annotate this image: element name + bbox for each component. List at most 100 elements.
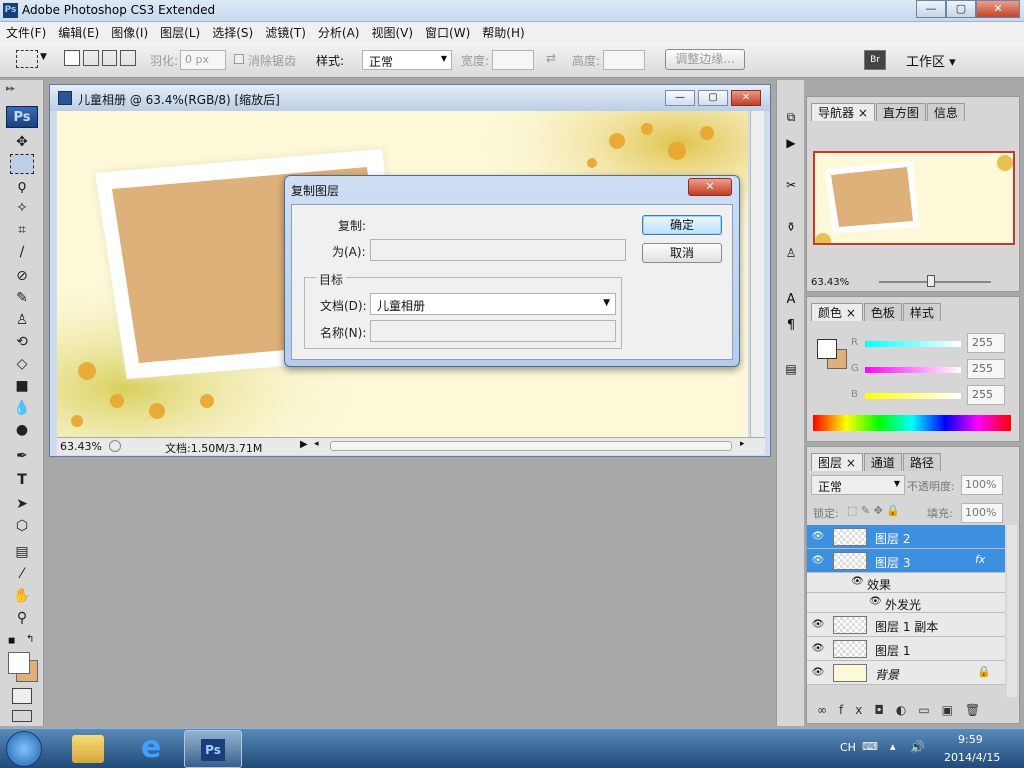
zoom-level[interactable]: 63.43%: [60, 440, 102, 453]
blur-tool-icon[interactable]: 💧: [10, 398, 34, 418]
menu-view[interactable]: 视图(V): [371, 24, 413, 41]
swap-icon[interactable]: ⇄: [546, 51, 556, 65]
eye-icon[interactable]: 👁: [851, 576, 864, 587]
height-input[interactable]: [603, 50, 645, 70]
delete-layer-icon[interactable]: 🗑: [965, 703, 992, 717]
history-panel-icon[interactable]: ⧉: [781, 110, 801, 130]
scroll-left-icon[interactable]: ◂: [314, 439, 319, 449]
eye-icon[interactable]: 👁: [811, 555, 825, 567]
eye-icon[interactable]: 👁: [811, 667, 825, 679]
menu-file[interactable]: 文件(F): [6, 24, 46, 41]
slice-tool-icon[interactable]: ∕: [10, 242, 34, 262]
layer-row-layer1-copy[interactable]: 👁 图层 1 副本: [807, 613, 1005, 637]
chevron-down-icon[interactable]: ▼: [40, 52, 47, 62]
doc-minimize-button[interactable]: —: [665, 90, 695, 106]
menu-window[interactable]: 窗口(W): [425, 24, 470, 41]
tool-presets-icon[interactable]: ✂: [781, 178, 801, 198]
clone-stamp-icon[interactable]: ♙: [10, 310, 34, 330]
layers-scrollbar[interactable]: [1007, 525, 1017, 697]
clock-date[interactable]: 2014/4/15: [944, 751, 1000, 764]
refine-edge-button[interactable]: 调整边缘...: [665, 49, 745, 70]
start-button[interactable]: [6, 731, 42, 767]
character-panel-icon[interactable]: A: [781, 292, 801, 312]
style-select[interactable]: 正常 ▼: [362, 50, 452, 70]
scroll-right-icon[interactable]: ▸: [740, 439, 745, 449]
bridge-icon[interactable]: Br: [864, 50, 886, 70]
menu-filter[interactable]: 滤镜(T): [265, 24, 306, 41]
tab-navigator[interactable]: 导航器 ×: [811, 103, 875, 121]
brushes-panel-icon[interactable]: ⚱: [781, 220, 801, 240]
new-layer-icon[interactable]: ▣: [942, 703, 965, 717]
layer-mask-icon[interactable]: ◘: [874, 703, 896, 717]
navigator-slider-thumb[interactable]: [927, 275, 935, 287]
color-ramp[interactable]: [813, 415, 1011, 431]
type-tool-icon[interactable]: T: [10, 470, 34, 490]
clone-source-icon[interactable]: ♙: [781, 246, 801, 266]
doc-close-button[interactable]: ✕: [731, 90, 761, 106]
collapse-toolbox-icon[interactable]: ▸▸: [6, 84, 15, 94]
status-arrow-icon[interactable]: ▶: [300, 439, 308, 450]
layer-row-layer1[interactable]: 👁 图层 1: [807, 637, 1005, 661]
ok-button[interactable]: 确定: [642, 215, 722, 235]
lock-icons[interactable]: ⬚ ✎ ✥ 🔒: [847, 504, 900, 517]
new-group-icon[interactable]: ▭: [918, 703, 941, 717]
layer-row-layer2[interactable]: 👁 图层 2: [807, 525, 1005, 549]
effects-row[interactable]: 👁 效果: [807, 573, 1005, 593]
layer-style-icon[interactable]: fx: [839, 703, 874, 717]
vertical-scrollbar[interactable]: [750, 111, 764, 437]
tab-styles[interactable]: 样式: [902, 303, 941, 321]
hand-tool-icon[interactable]: ✋: [10, 586, 34, 606]
tab-info[interactable]: 信息: [926, 103, 965, 121]
tab-swatches[interactable]: 色板: [863, 303, 902, 321]
eye-icon[interactable]: 👁: [869, 596, 882, 607]
menu-select[interactable]: 选择(S): [212, 24, 253, 41]
shape-tool-icon[interactable]: ⬡: [10, 516, 34, 536]
quick-mask-icon[interactable]: [12, 688, 32, 704]
healing-brush-icon[interactable]: ⊘: [10, 266, 34, 286]
move-tool-icon[interactable]: ✥: [10, 132, 34, 152]
layer-row-layer3[interactable]: 👁 图层 3 fx: [807, 549, 1005, 573]
new-selection-icon[interactable]: [64, 50, 80, 66]
opacity-input[interactable]: 100%: [961, 475, 1003, 495]
blend-mode-select[interactable]: 正常 ▼: [811, 475, 905, 495]
eraser-tool-icon[interactable]: ◇: [10, 354, 34, 374]
brush-tool-icon[interactable]: ✎: [10, 288, 34, 308]
tab-channels[interactable]: 通道: [863, 453, 902, 471]
adjustment-layer-icon[interactable]: ◐: [896, 703, 918, 717]
marquee-tool-icon[interactable]: [10, 154, 34, 174]
width-input[interactable]: [492, 50, 534, 70]
volume-icon[interactable]: 🔊: [910, 740, 925, 754]
menu-image[interactable]: 图像(I): [111, 24, 148, 41]
menu-layer[interactable]: 图层(L): [160, 24, 200, 41]
photoshop-task-button[interactable]: Ps: [184, 730, 242, 768]
internet-explorer-icon[interactable]: e: [134, 731, 168, 765]
close-button[interactable]: ✕: [976, 0, 1020, 18]
channel-b-value[interactable]: 255: [967, 385, 1005, 405]
menu-analysis[interactable]: 分析(A): [318, 24, 360, 41]
document-select[interactable]: 儿童相册 ▼: [370, 293, 616, 315]
intersect-selection-icon[interactable]: [120, 50, 136, 66]
dodge-tool-icon[interactable]: ●: [10, 420, 34, 440]
add-selection-icon[interactable]: [82, 50, 99, 66]
navigator-zoom[interactable]: 63.43%: [811, 277, 849, 288]
lasso-tool-icon[interactable]: ϙ: [10, 176, 34, 196]
layer-row-background[interactable]: 👁 背景 🔒: [807, 661, 1005, 685]
default-colors-icon[interactable]: ◼: [8, 636, 15, 646]
menu-help[interactable]: 帮助(H): [482, 24, 524, 41]
antialias-checkbox[interactable]: [234, 54, 244, 64]
channel-g-slider[interactable]: [865, 367, 961, 373]
navigator-zoom-slider[interactable]: [879, 281, 991, 283]
outer-glow-row[interactable]: 👁 外发光: [807, 593, 1005, 613]
horizontal-scrollbar[interactable]: [330, 441, 732, 451]
screen-mode-icon[interactable]: [12, 710, 32, 722]
paragraph-panel-icon[interactable]: ¶: [781, 318, 801, 338]
zoom-tool-icon[interactable]: ⚲: [10, 608, 34, 628]
actions-panel-icon[interactable]: ▶: [781, 136, 801, 156]
marquee-preset-icon[interactable]: [16, 50, 38, 68]
notes-tool-icon[interactable]: ▤: [10, 542, 34, 562]
document-title-bar[interactable]: 儿童相册 @ 63.4%(RGB/8) [缩放后] — ▢ ✕: [50, 85, 770, 111]
tab-color[interactable]: 颜色 ×: [811, 303, 863, 321]
dialog-close-button[interactable]: ✕: [688, 178, 732, 196]
cancel-button[interactable]: 取消: [642, 243, 722, 263]
doc-maximize-button[interactable]: ▢: [698, 90, 728, 106]
